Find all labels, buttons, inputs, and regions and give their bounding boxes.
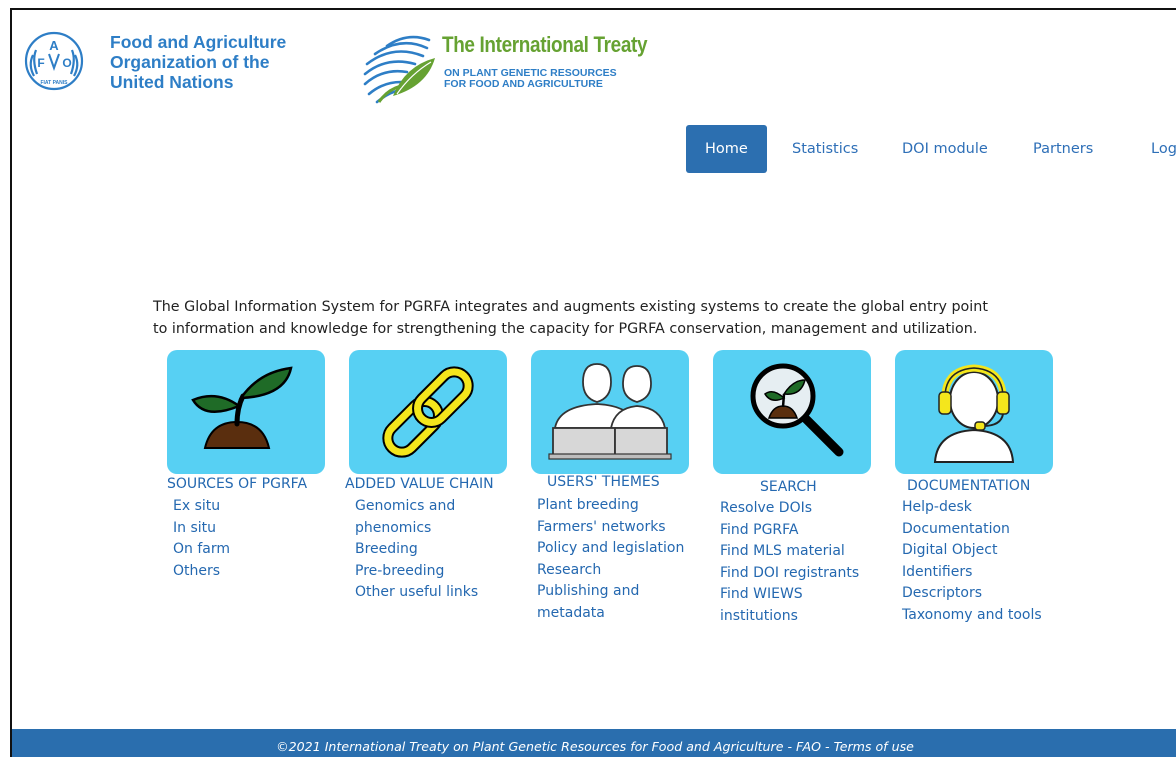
fao-name-line: Organization of the	[110, 52, 270, 72]
page-frame: A F O FIAT PANIS Food and Agriculture Or…	[10, 8, 1176, 757]
nav-statistics[interactable]: Statistics	[792, 125, 858, 173]
link-genomics-cont[interactable]: phenomics	[355, 518, 478, 540]
links-documentation: Help-desk Documentation Digital Object I…	[902, 497, 1042, 626]
link-pre-breeding[interactable]: Pre-breeding	[355, 561, 478, 583]
svg-text:O: O	[62, 56, 71, 70]
svg-text:F: F	[37, 56, 44, 70]
link-on-farm[interactable]: On farm	[173, 539, 230, 561]
link-research[interactable]: Research	[537, 560, 684, 582]
link-find-mls[interactable]: Find MLS material	[720, 541, 859, 563]
tile-documentation[interactable]	[895, 350, 1053, 474]
link-help-desk[interactable]: Help-desk	[902, 497, 1042, 519]
link-documentation[interactable]: Documentation	[902, 519, 1042, 541]
helpdesk-headset-icon	[933, 364, 1015, 463]
links-sources: Ex situ In situ On farm Others	[173, 496, 230, 582]
nav-doi-module[interactable]: DOI module	[902, 125, 988, 173]
link-ex-situ[interactable]: Ex situ	[173, 496, 230, 518]
col-title-search[interactable]: SEARCH	[760, 479, 817, 495]
fao-name[interactable]: Food and Agriculture Organization of the…	[110, 32, 286, 92]
tile-search[interactable]	[713, 350, 871, 474]
magnifier-plant-icon	[750, 363, 844, 457]
links-users-themes: Plant breeding Farmers' networks Policy …	[537, 495, 684, 624]
link-find-doi-registrants[interactable]: Find DOI registrants	[720, 563, 859, 585]
tile-added-value-chain[interactable]	[349, 350, 507, 474]
link-breeding[interactable]: Breeding	[355, 539, 478, 561]
col-title-users-themes[interactable]: USERS' THEMES	[547, 474, 660, 490]
nav-partners[interactable]: Partners	[1033, 125, 1093, 173]
fao-name-line: Food and Agriculture	[110, 32, 287, 52]
links-added-value: Genomics and phenomics Breeding Pre-bree…	[355, 496, 478, 604]
intro-line: to information and knowledge for strengt…	[153, 321, 978, 337]
users-icon	[548, 363, 672, 460]
footer: ©2021 International Treaty on Plant Gene…	[12, 729, 1176, 757]
fao-logo-icon[interactable]: A F O FIAT PANIS	[22, 30, 86, 92]
col-title-sources[interactable]: SOURCES OF PGRFA	[167, 476, 307, 492]
links-search: Resolve DOIs Find PGRFA Find MLS materia…	[720, 498, 859, 627]
intro-text: The Global Information System for PGRFA …	[153, 296, 1083, 340]
link-policy[interactable]: Policy and legislation	[537, 538, 684, 560]
sprout-icon	[191, 366, 293, 449]
treaty-subtitle-line: FOR FOOD AND AGRICULTURE	[444, 78, 603, 90]
link-genomics[interactable]: Genomics and	[355, 496, 478, 518]
treaty-title[interactable]: The International Treaty	[442, 32, 648, 58]
svg-text:A: A	[49, 38, 59, 53]
link-others[interactable]: Others	[173, 561, 230, 583]
fao-name-line: United Nations	[110, 72, 234, 92]
nav-login[interactable]: Login	[1151, 125, 1176, 173]
footer-text[interactable]: ©2021 International Treaty on Plant Gene…	[12, 739, 1176, 754]
link-find-wiews[interactable]: Find WIEWS	[720, 584, 859, 606]
link-publishing-cont[interactable]: metadata	[537, 603, 684, 625]
link-other-useful[interactable]: Other useful links	[355, 582, 478, 604]
svg-text:FIAT PANIS: FIAT PANIS	[40, 80, 68, 86]
nav-home[interactable]: Home	[686, 125, 767, 173]
tile-sources-of-pgrfa[interactable]	[167, 350, 325, 474]
link-publishing[interactable]: Publishing and	[537, 581, 684, 603]
link-identifiers[interactable]: Identifiers	[902, 562, 1042, 584]
link-digital-object[interactable]: Digital Object	[902, 540, 1042, 562]
link-find-pgrfa[interactable]: Find PGRFA	[720, 520, 859, 542]
treaty-subtitle: ON PLANT GENETIC RESOURCES FOR FOOD AND …	[444, 68, 617, 90]
link-descriptors[interactable]: Descriptors	[902, 583, 1042, 605]
link-in-situ[interactable]: In situ	[173, 518, 230, 540]
treaty-logo-icon[interactable]	[357, 28, 437, 108]
link-find-wiews-cont[interactable]: institutions	[720, 606, 859, 628]
col-title-added-value[interactable]: ADDED VALUE CHAIN	[345, 476, 494, 492]
link-resolve-dois[interactable]: Resolve DOIs	[720, 498, 859, 520]
chain-link-icon	[382, 366, 474, 458]
col-title-documentation[interactable]: DOCUMENTATION	[907, 478, 1030, 494]
intro-line: The Global Information System for PGRFA …	[153, 299, 988, 315]
link-plant-breeding[interactable]: Plant breeding	[537, 495, 684, 517]
link-taxonomy[interactable]: Taxonomy and tools	[902, 605, 1042, 627]
tile-users-themes[interactable]	[531, 350, 689, 474]
link-farmers-networks[interactable]: Farmers' networks	[537, 517, 684, 539]
